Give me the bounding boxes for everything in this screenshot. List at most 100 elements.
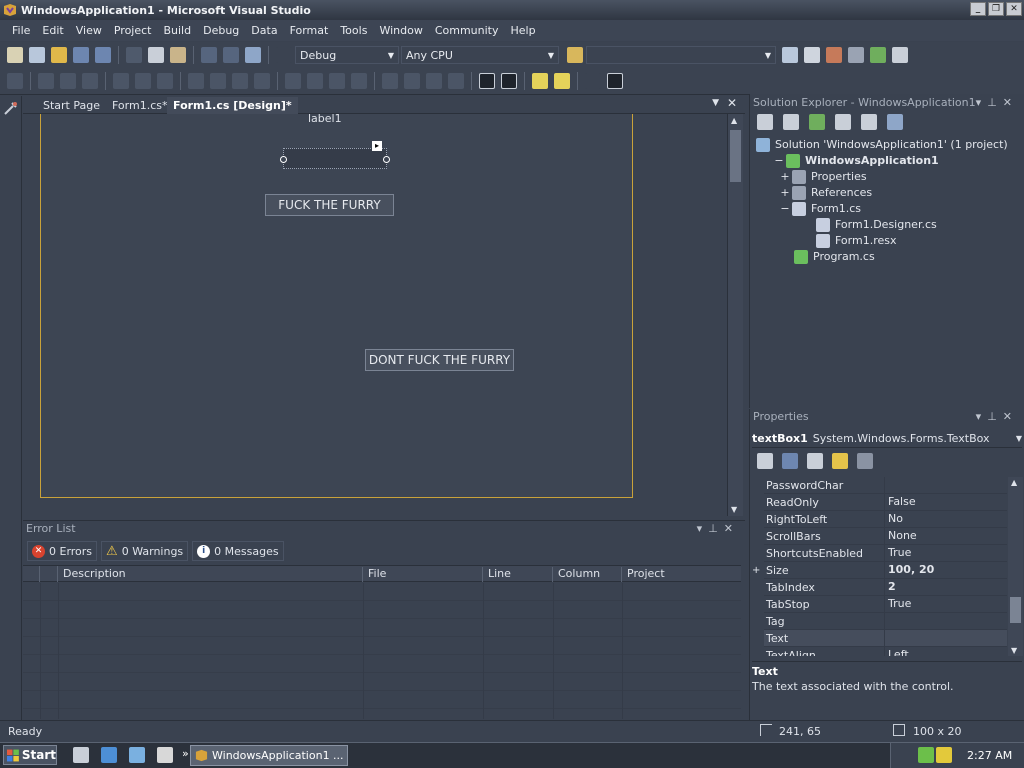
- tree-item[interactable]: Form1.resx: [816, 233, 897, 249]
- property-row[interactable]: ReadOnly False: [764, 494, 1007, 511]
- refresh-icon[interactable]: [809, 114, 825, 130]
- column-description[interactable]: Description: [59, 567, 363, 582]
- button1[interactable]: FUCK THE FURRY: [265, 194, 394, 216]
- property-value[interactable]: [884, 613, 1007, 629]
- tab-list-icon[interactable]: ▼: [712, 98, 719, 108]
- make-same-width-icon[interactable]: [188, 73, 204, 89]
- property-row[interactable]: Tag: [764, 613, 1007, 630]
- property-value[interactable]: Left: [884, 647, 1007, 656]
- alphabetical-icon[interactable]: [782, 453, 798, 469]
- property-row[interactable]: PasswordChar: [764, 477, 1007, 494]
- column-line[interactable]: Line: [484, 567, 553, 582]
- panel-controls[interactable]: ▾⊥✕: [697, 521, 739, 537]
- errors-filter-button[interactable]: ✕ 0 Errors: [27, 541, 98, 561]
- toolbox-icon[interactable]: [3, 100, 19, 116]
- warnings-filter-button[interactable]: ⚠ 0 Warnings: [101, 541, 189, 561]
- categorized-icon[interactable]: [757, 453, 773, 469]
- menu-help[interactable]: Help: [504, 24, 541, 37]
- find-in-files-icon[interactable]: [567, 47, 583, 63]
- quick-launch-more[interactable]: »: [182, 747, 189, 763]
- property-value[interactable]: No: [884, 511, 1007, 527]
- remove-vertical-spacing-icon[interactable]: [448, 73, 464, 89]
- send-to-back-icon[interactable]: [554, 73, 570, 89]
- messages-filter-button[interactable]: i 0 Messages: [192, 541, 284, 561]
- start-page-icon[interactable]: [870, 47, 886, 63]
- save-all-icon[interactable]: [95, 47, 111, 63]
- menu-community[interactable]: Community: [429, 24, 505, 37]
- label1[interactable]: label1: [308, 114, 342, 125]
- property-value[interactable]: None: [884, 528, 1007, 544]
- tray-icon-2[interactable]: [918, 747, 934, 763]
- align-bottoms-icon[interactable]: [157, 73, 173, 89]
- tab-order-icon[interactable]: [585, 73, 601, 89]
- events-icon[interactable]: [832, 453, 848, 469]
- decrease-vertical-spacing-icon[interactable]: [426, 73, 442, 89]
- increase-horizontal-spacing-icon[interactable]: [307, 73, 323, 89]
- designer-scrollbar[interactable]: ▲ ▼: [727, 114, 743, 516]
- property-value[interactable]: True: [884, 596, 1007, 612]
- button2[interactable]: DONT FUCK THE FURRY: [365, 349, 514, 371]
- show-desktop-icon[interactable]: [73, 747, 89, 763]
- tree-item[interactable]: + Properties: [778, 169, 867, 185]
- scroll-up-icon[interactable]: ▲: [731, 116, 737, 125]
- internet-explorer-icon[interactable]: [101, 747, 117, 763]
- column-file[interactable]: File: [364, 567, 483, 582]
- save-icon[interactable]: [73, 47, 89, 63]
- property-value[interactable]: True: [884, 545, 1007, 561]
- align-centers-icon[interactable]: [60, 73, 76, 89]
- outlook-icon[interactable]: [129, 747, 145, 763]
- resize-handle[interactable]: [383, 156, 390, 163]
- solution-platform-dropdown[interactable]: Any CPU ▼: [401, 46, 559, 64]
- column-column[interactable]: Column: [554, 567, 622, 582]
- decrease-horizontal-spacing-icon[interactable]: [329, 73, 345, 89]
- align-to-grid-icon[interactable]: [7, 73, 23, 89]
- remove-horizontal-spacing-icon[interactable]: [351, 73, 367, 89]
- align-lefts-icon[interactable]: [38, 73, 54, 89]
- increase-vertical-spacing-icon[interactable]: [404, 73, 420, 89]
- align-rights-icon[interactable]: [82, 73, 98, 89]
- property-row[interactable]: TabIndex 2: [764, 579, 1007, 596]
- tree-item[interactable]: Form1.Designer.cs: [816, 217, 937, 233]
- copy-icon[interactable]: [148, 47, 164, 63]
- menu-debug[interactable]: Debug: [197, 24, 245, 37]
- properties-scrollbar[interactable]: ▲ ▼: [1008, 477, 1023, 656]
- smart-tag-icon[interactable]: ▸: [372, 141, 382, 151]
- menu-edit[interactable]: Edit: [36, 24, 69, 37]
- property-row[interactable]: + Size 100, 20: [752, 562, 1007, 579]
- solution-explorer-icon[interactable]: [782, 47, 798, 63]
- align-middles-icon[interactable]: [135, 73, 151, 89]
- expander-icon[interactable]: +: [778, 169, 792, 185]
- panel-controls[interactable]: ▾⊥✕: [976, 409, 1018, 425]
- taskbar-button-visual-studio[interactable]: WindowsApplication1 ...: [190, 745, 348, 766]
- vertical-spacing-equal-icon[interactable]: [382, 73, 398, 89]
- lock-controls-icon[interactable]: [607, 73, 623, 89]
- column-project[interactable]: Project: [623, 567, 741, 582]
- form1[interactable]: label1 ▸ FUCK THE FURRY DONT FUCK THE FU…: [40, 114, 633, 498]
- tree-item[interactable]: Program.cs: [794, 249, 875, 265]
- center-horizontally-icon[interactable]: [479, 73, 495, 89]
- menu-data[interactable]: Data: [245, 24, 283, 37]
- undo-icon[interactable]: [201, 47, 217, 63]
- view-code-icon[interactable]: [835, 114, 851, 130]
- close-document-icon[interactable]: ✕: [727, 96, 737, 110]
- property-pages-icon[interactable]: [857, 453, 873, 469]
- bring-to-front-icon[interactable]: [532, 73, 548, 89]
- expander-icon[interactable]: +: [778, 185, 792, 201]
- menu-tools[interactable]: Tools: [334, 24, 373, 37]
- object-selector[interactable]: textBox1 System.Windows.Forms.TextBox ▼: [752, 430, 1022, 448]
- start-debug-icon[interactable]: [276, 47, 292, 63]
- class-diagram-icon[interactable]: [887, 114, 903, 130]
- make-same-height-icon[interactable]: [210, 73, 226, 89]
- textbox1[interactable]: ▸: [280, 141, 390, 169]
- property-value[interactable]: 2: [884, 579, 1007, 595]
- expander-icon[interactable]: −: [772, 153, 786, 169]
- tab-form1-code[interactable]: Form1.cs*: [106, 97, 173, 114]
- make-same-size-icon[interactable]: [232, 73, 248, 89]
- new-project-icon[interactable]: [7, 47, 23, 63]
- open-file-icon[interactable]: [51, 47, 67, 63]
- tree-item[interactable]: − WindowsApplication1: [772, 153, 939, 169]
- scroll-down-icon[interactable]: ▼: [731, 505, 737, 514]
- menu-window[interactable]: Window: [373, 24, 428, 37]
- add-item-icon[interactable]: [29, 47, 45, 63]
- resize-handle[interactable]: [280, 156, 287, 163]
